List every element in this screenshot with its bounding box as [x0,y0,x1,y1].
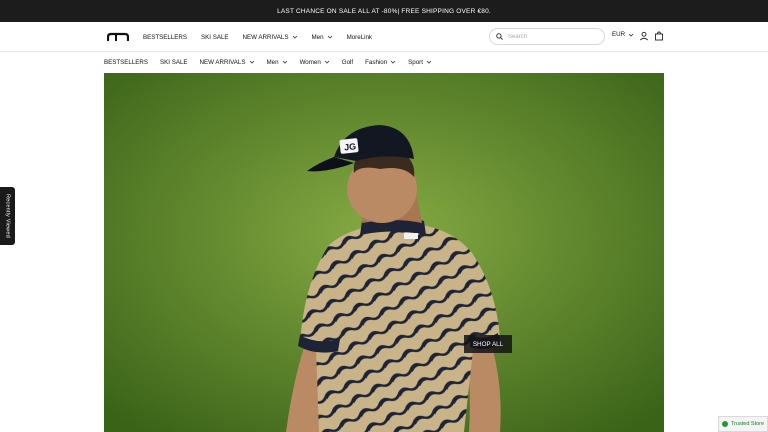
nav-label: Men [311,33,324,41]
nav-label: MoreLink [346,33,373,41]
search-box[interactable] [489,28,605,45]
nav-label: SKI SALE [201,33,229,41]
chevron-down-icon [327,35,332,39]
chevron-down-icon [282,60,287,64]
check-icon [721,421,728,427]
nav-label: BESTSELLERS [143,33,188,41]
recently-viewed-label: Recently Viewed [4,194,11,238]
trusted-store-label: Trusted Store [730,421,765,427]
subnav-item-golf[interactable]: Golf [342,59,353,66]
svg-text:JG: JG [344,141,357,152]
announcement-text: LAST CHANCE ON SALE ALL AT -80%| FREE SH… [277,7,491,15]
nav-item-new-arrivals[interactable]: NEW ARRIVALS [243,34,298,41]
user-icon[interactable] [639,31,649,41]
chevron-down-icon [390,60,396,64]
currency-selector[interactable]: EUR [612,31,634,38]
subnav-label: Fashion [365,58,388,66]
subnav-label: BESTSELLERS [104,58,149,66]
subnav-item-men[interactable]: Men [267,59,288,66]
chevron-down-icon [426,60,432,64]
main-nav: BESTSELLERS SKI SALE NEW ARRIVALS Men Mo… [143,22,386,52]
chevron-down-icon [324,60,330,64]
chevron-down-icon [249,60,254,64]
hero-banner[interactable]: JG SHOP ALL [104,73,664,432]
subnav-label: SKI SALE [160,58,188,66]
subnav-item-sport[interactable]: Sport [408,59,432,66]
subnav-label: Women [299,58,321,66]
subnav-item-bestsellers[interactable]: BESTSELLERS [104,59,148,66]
search-input[interactable] [508,33,598,40]
subnav-label: NEW ARRIVALS [199,58,246,66]
announcement-bar: LAST CHANCE ON SALE ALL AT -80%| FREE SH… [0,0,768,22]
brand-logo[interactable] [107,31,129,43]
subnav-label: Golf [341,58,354,66]
chevron-down-icon [292,35,297,39]
secondary-nav: BESTSELLERS SKI SALE NEW ARRIVALS Men Wo… [0,52,768,72]
subnav-item-new-arrivals[interactable]: NEW ARRIVALS [200,59,255,66]
recently-viewed-tab[interactable]: Recently Viewed [0,187,15,245]
subnav-item-fashion[interactable]: Fashion [365,59,396,66]
nav-label: NEW ARRIVALS [242,33,289,41]
nav-item-men[interactable]: Men [312,34,333,41]
currency-label: EUR [612,31,626,38]
nav-item-morelink[interactable]: MoreLink [347,34,372,41]
trusted-store-badge[interactable]: Trusted Store [718,416,768,432]
site-header: BESTSELLERS SKI SALE NEW ARRIVALS Men Mo… [0,22,768,52]
search-icon[interactable] [496,33,503,40]
nav-item-bestsellers[interactable]: BESTSELLERS [143,34,187,41]
subnav-item-ski-sale[interactable]: SKI SALE [160,59,188,66]
bag-icon[interactable] [654,31,664,41]
shop-all-button[interactable]: SHOP ALL [464,335,512,353]
subnav-label: Men [266,58,279,66]
nav-item-ski-sale[interactable]: SKI SALE [201,34,229,41]
subnav-label: Sport [408,58,423,66]
chevron-down-icon [628,33,634,37]
hero-golfer-image: JG [104,73,664,432]
subnav-item-women[interactable]: Women [300,59,330,66]
